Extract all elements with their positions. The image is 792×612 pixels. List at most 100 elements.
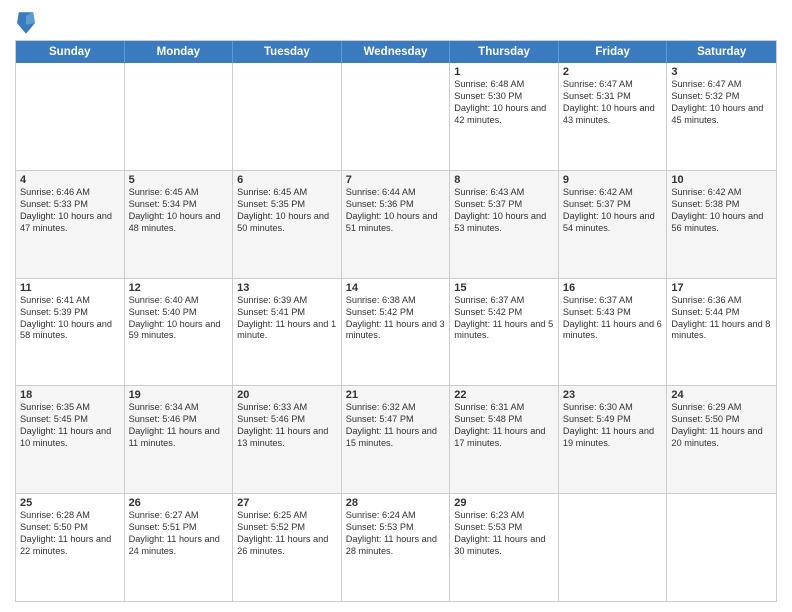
daylight-text: Daylight: 11 hours and 5 minutes. <box>454 319 554 343</box>
calendar-week-3: 11Sunrise: 6:41 AMSunset: 5:39 PMDayligh… <box>16 279 776 387</box>
day-cell-7: 7Sunrise: 6:44 AMSunset: 5:36 PMDaylight… <box>342 171 451 278</box>
sunset-text: Sunset: 5:51 PM <box>129 522 229 534</box>
daylight-text: Daylight: 11 hours and 17 minutes. <box>454 426 554 450</box>
day-number: 20 <box>237 389 337 401</box>
day-cell-12: 12Sunrise: 6:40 AMSunset: 5:40 PMDayligh… <box>125 279 234 386</box>
sunset-text: Sunset: 5:42 PM <box>454 307 554 319</box>
day-cell-15: 15Sunrise: 6:37 AMSunset: 5:42 PMDayligh… <box>450 279 559 386</box>
sunset-text: Sunset: 5:53 PM <box>346 522 446 534</box>
sunset-text: Sunset: 5:42 PM <box>346 307 446 319</box>
day-number: 27 <box>237 497 337 509</box>
sunrise-text: Sunrise: 6:37 AM <box>563 295 663 307</box>
day-cell-17: 17Sunrise: 6:36 AMSunset: 5:44 PMDayligh… <box>667 279 776 386</box>
daylight-text: Daylight: 11 hours and 15 minutes. <box>346 426 446 450</box>
day-number: 2 <box>563 66 663 78</box>
logo-icon <box>17 12 35 34</box>
sunset-text: Sunset: 5:50 PM <box>671 414 772 426</box>
sunrise-text: Sunrise: 6:39 AM <box>237 295 337 307</box>
day-number: 19 <box>129 389 229 401</box>
daylight-text: Daylight: 11 hours and 26 minutes. <box>237 534 337 558</box>
daylight-text: Daylight: 10 hours and 48 minutes. <box>129 211 229 235</box>
weekday-header-sunday: Sunday <box>16 41 125 63</box>
day-cell-3: 3Sunrise: 6:47 AMSunset: 5:32 PMDaylight… <box>667 63 776 170</box>
day-number: 18 <box>20 389 120 401</box>
sunset-text: Sunset: 5:33 PM <box>20 199 120 211</box>
sunrise-text: Sunrise: 6:42 AM <box>671 187 772 199</box>
sunset-text: Sunset: 5:36 PM <box>346 199 446 211</box>
weekday-header-wednesday: Wednesday <box>342 41 451 63</box>
sunrise-text: Sunrise: 6:33 AM <box>237 402 337 414</box>
day-number: 28 <box>346 497 446 509</box>
calendar-header-row: SundayMondayTuesdayWednesdayThursdayFrid… <box>16 41 776 63</box>
sunrise-text: Sunrise: 6:48 AM <box>454 79 554 91</box>
day-number: 4 <box>20 174 120 186</box>
sunrise-text: Sunrise: 6:29 AM <box>671 402 772 414</box>
day-cell-29: 29Sunrise: 6:23 AMSunset: 5:53 PMDayligh… <box>450 494 559 601</box>
sunrise-text: Sunrise: 6:42 AM <box>563 187 663 199</box>
day-cell-28: 28Sunrise: 6:24 AMSunset: 5:53 PMDayligh… <box>342 494 451 601</box>
day-cell-22: 22Sunrise: 6:31 AMSunset: 5:48 PMDayligh… <box>450 386 559 493</box>
calendar-week-1: 1Sunrise: 6:48 AMSunset: 5:30 PMDaylight… <box>16 63 776 171</box>
sunset-text: Sunset: 5:53 PM <box>454 522 554 534</box>
sunset-text: Sunset: 5:44 PM <box>671 307 772 319</box>
day-number: 8 <box>454 174 554 186</box>
daylight-text: Daylight: 11 hours and 24 minutes. <box>129 534 229 558</box>
calendar-week-2: 4Sunrise: 6:46 AMSunset: 5:33 PM Daylight… <box>16 171 776 279</box>
calendar-week-5: 25Sunrise: 6:28 AMSunset: 5:50 PMDayligh… <box>16 494 776 601</box>
daylight-text: Daylight: 10 hours and 53 minutes. <box>454 211 554 235</box>
daylight-text: Daylight: 10 hours and 58 minutes. <box>20 319 120 343</box>
weekday-header-tuesday: Tuesday <box>233 41 342 63</box>
day-cell-18: 18Sunrise: 6:35 AMSunset: 5:45 PMDayligh… <box>16 386 125 493</box>
day-number: 1 <box>454 66 554 78</box>
day-cell-27: 27Sunrise: 6:25 AMSunset: 5:52 PMDayligh… <box>233 494 342 601</box>
day-cell-4: 4Sunrise: 6:46 AMSunset: 5:33 PMDaylight… <box>16 171 125 278</box>
day-cell-19: 19Sunrise: 6:34 AMSunset: 5:46 PMDayligh… <box>125 386 234 493</box>
daylight-text: Daylight: 10 hours and 51 minutes. <box>346 211 446 235</box>
day-number: 5 <box>129 174 229 186</box>
sunrise-text: Sunrise: 6:45 AM <box>237 187 337 199</box>
sunset-text: Sunset: 5:40 PM <box>129 307 229 319</box>
day-number: 22 <box>454 389 554 401</box>
day-number: 23 <box>563 389 663 401</box>
sunset-text: Sunset: 5:45 PM <box>20 414 120 426</box>
sunset-text: Sunset: 5:31 PM <box>563 91 663 103</box>
sunrise-text: Sunrise: 6:35 AM <box>20 402 120 414</box>
sunrise-text: Sunrise: 6:43 AM <box>454 187 554 199</box>
sunset-text: Sunset: 5:35 PM <box>237 199 337 211</box>
daylight-text: Daylight: 11 hours and 22 minutes. <box>20 534 120 558</box>
day-number: 3 <box>671 66 772 78</box>
sunset-text: Sunset: 5:30 PM <box>454 91 554 103</box>
day-cell-16: 16Sunrise: 6:37 AMSunset: 5:43 PMDayligh… <box>559 279 668 386</box>
sunrise-text: Sunrise: 6:27 AM <box>129 510 229 522</box>
sunset-text: Sunset: 5:43 PM <box>563 307 663 319</box>
daylight-text: Daylight: 10 hours and 59 minutes. <box>129 319 229 343</box>
day-number: 6 <box>237 174 337 186</box>
day-number: 10 <box>671 174 772 186</box>
daylight-text: Daylight: 11 hours and 11 minutes. <box>129 426 229 450</box>
sunset-text: Sunset: 5:50 PM <box>20 522 120 534</box>
empty-cell <box>667 494 776 601</box>
day-cell-10: 10Sunrise: 6:42 AMSunset: 5:38 PMDayligh… <box>667 171 776 278</box>
day-number: 9 <box>563 174 663 186</box>
sunset-text: Sunset: 5:48 PM <box>454 414 554 426</box>
day-cell-9: 9Sunrise: 6:42 AMSunset: 5:37 PMDaylight… <box>559 171 668 278</box>
sunrise-text: Sunrise: 6:34 AM <box>129 402 229 414</box>
sunset-text: Sunset: 5:46 PM <box>237 414 337 426</box>
day-number: 12 <box>129 282 229 294</box>
sunrise-text: Sunrise: 6:37 AM <box>454 295 554 307</box>
weekday-header-thursday: Thursday <box>450 41 559 63</box>
day-cell-24: 24Sunrise: 6:29 AMSunset: 5:50 PMDayligh… <box>667 386 776 493</box>
day-cell-21: 21Sunrise: 6:32 AMSunset: 5:47 PMDayligh… <box>342 386 451 493</box>
daylight-text: Daylight: 10 hours and 43 minutes. <box>563 103 663 127</box>
calendar: SundayMondayTuesdayWednesdayThursdayFrid… <box>15 40 777 602</box>
day-number: 25 <box>20 497 120 509</box>
day-cell-14: 14Sunrise: 6:38 AMSunset: 5:42 PMDayligh… <box>342 279 451 386</box>
day-cell-25: 25Sunrise: 6:28 AMSunset: 5:50 PMDayligh… <box>16 494 125 601</box>
sunrise-text: Sunrise: 6:24 AM <box>346 510 446 522</box>
sunrise-text: Sunrise: 6:46 AM <box>20 187 120 199</box>
day-cell-8: 8Sunrise: 6:43 AMSunset: 5:37 PMDaylight… <box>450 171 559 278</box>
daylight-text: Daylight: 10 hours and 42 minutes. <box>454 103 554 127</box>
day-cell-2: 2Sunrise: 6:47 AMSunset: 5:31 PMDaylight… <box>559 63 668 170</box>
sunset-text: Sunset: 5:37 PM <box>454 199 554 211</box>
sunrise-text: Sunrise: 6:38 AM <box>346 295 446 307</box>
